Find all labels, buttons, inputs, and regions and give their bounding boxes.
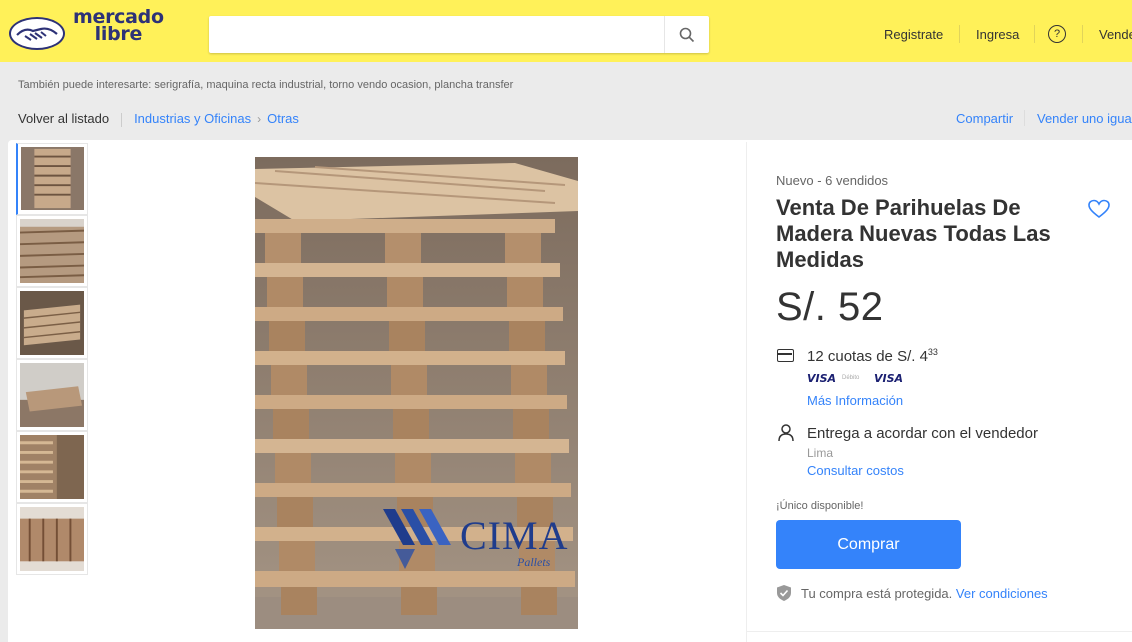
shield-check-icon xyxy=(777,585,791,601)
sold-count: 6 vendidos xyxy=(825,173,889,188)
thumbnail-image xyxy=(21,147,84,210)
help-icon[interactable]: ? xyxy=(1048,25,1066,43)
visa-credit-logo: VISA xyxy=(874,372,904,385)
favorite-button[interactable] xyxy=(1087,198,1111,220)
product-title: Venta De Parihuelas De Madera Nuevas Tod… xyxy=(776,195,1051,272)
thumbnail-image xyxy=(20,291,84,355)
visa-debit-logo: VISA xyxy=(807,372,837,385)
watermark-brand-text: CIMA xyxy=(460,513,569,558)
nav-divider xyxy=(1034,25,1035,43)
related-searches[interactable]: También puede interesarte: serigrafía, m… xyxy=(18,79,513,91)
thumbnail-1[interactable] xyxy=(16,143,88,215)
sell-similar-link[interactable]: Vender uno igua xyxy=(1037,111,1132,126)
search-button[interactable] xyxy=(664,16,709,53)
thumbnail-4[interactable] xyxy=(16,359,88,431)
share-link[interactable]: Compartir xyxy=(956,111,1013,126)
search-icon xyxy=(679,27,695,42)
main-product-image[interactable]: CIMA Pallets xyxy=(255,157,578,629)
header-bar: mercado libre Registrate Ingresa ? Vende xyxy=(0,0,1132,62)
installments-cents: 33 xyxy=(927,347,938,357)
condition-sold: Nuevo - 6 vendidos xyxy=(776,173,888,188)
shipping-costs-link[interactable]: Consultar costos xyxy=(807,463,904,478)
thumbnail-image xyxy=(20,363,84,427)
breadcrumb: Volver al listado Industrias y Oficinas › O… xyxy=(18,111,299,127)
chevron-right-icon: › xyxy=(257,112,262,126)
delivery-info: Entrega a acordar con el vendedor xyxy=(807,425,1038,442)
view-conditions-link[interactable]: Ver condiciones xyxy=(956,586,1048,601)
thumbnail-2[interactable] xyxy=(16,215,88,287)
debit-label: Débito xyxy=(842,375,860,381)
credit-card-icon xyxy=(777,349,794,362)
back-to-list-link[interactable]: Volver al listado xyxy=(18,111,109,126)
logo-wordmark: mercado libre xyxy=(73,8,164,45)
thumbnail-3[interactable] xyxy=(16,287,88,359)
breadcrumb-divider xyxy=(121,112,123,127)
breadcrumb-subcategory-link[interactable]: Otras xyxy=(267,111,299,126)
protection-text: Tu compra está protegida. xyxy=(801,586,953,601)
column-divider xyxy=(746,142,747,642)
breadcrumb-category-link[interactable]: Industrias y Oficinas xyxy=(134,111,251,126)
seller-location: Lima xyxy=(807,446,834,460)
thumbnail-image xyxy=(20,507,84,571)
logo-line-2: libre xyxy=(94,23,143,45)
person-icon xyxy=(778,424,794,442)
action-divider xyxy=(1024,110,1025,126)
thumbnail-6[interactable] xyxy=(16,503,88,575)
mercadolibre-logo[interactable]: mercado libre xyxy=(9,8,169,50)
watermark-sub-text: Pallets xyxy=(517,555,551,569)
nav-divider xyxy=(1082,25,1083,43)
sell-link[interactable]: Vende xyxy=(1099,27,1132,43)
purchase-protection: Tu compra está protegida. Ver condicione… xyxy=(801,586,1048,601)
thumbnail-image xyxy=(20,219,84,283)
price: S/. 52 xyxy=(776,285,884,329)
search-input[interactable] xyxy=(209,16,664,53)
stock-status: ¡Único disponible! xyxy=(776,500,864,512)
installments-text: 12 cuotas de S/. 4 xyxy=(807,348,928,365)
buy-button[interactable]: Comprar xyxy=(776,520,961,569)
nav-divider xyxy=(959,25,960,43)
thumbnail-image xyxy=(20,435,84,499)
condition-separator: - xyxy=(817,173,822,188)
condition-label: Nuevo xyxy=(776,173,814,188)
installments-info: 12 cuotas de S/. 433 xyxy=(807,347,938,365)
thumbnail-5[interactable] xyxy=(16,431,88,503)
heart-icon xyxy=(1088,199,1110,219)
more-info-link[interactable]: Más Información xyxy=(807,393,903,408)
handshake-icon xyxy=(9,17,65,50)
login-link[interactable]: Ingresa xyxy=(976,27,1019,43)
section-divider xyxy=(746,631,1132,632)
search-bar xyxy=(209,16,709,53)
register-link[interactable]: Registrate xyxy=(884,27,943,43)
